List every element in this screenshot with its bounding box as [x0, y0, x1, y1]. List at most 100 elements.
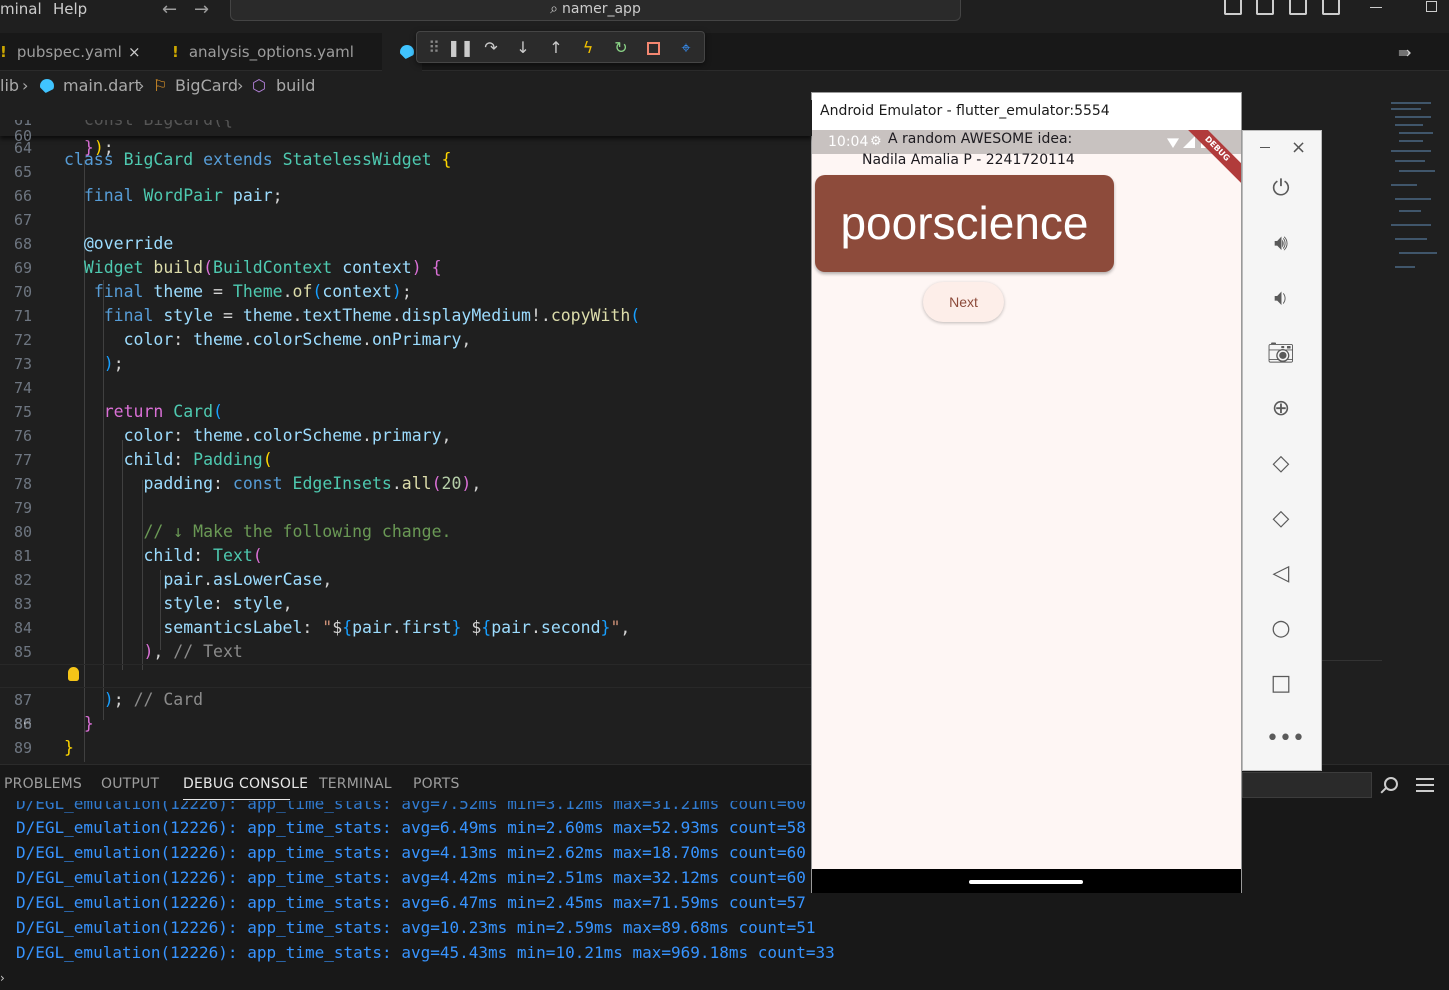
minimize-icon[interactable] — [1260, 147, 1270, 148]
rotate-right-icon[interactable]: ◇ — [1266, 504, 1296, 534]
log-line: D/EGL_emulation(12226): app_time_stats: … — [16, 943, 835, 962]
code-line: ); // Card — [103, 690, 204, 709]
rotate-left-icon[interactable]: ◇ — [1266, 449, 1296, 479]
line-number: 67 — [13, 211, 32, 229]
menu-terminal[interactable]: minal — [0, 0, 42, 18]
console-prompt[interactable]: › — [0, 971, 5, 985]
hot-reload-icon[interactable]: ϟ — [577, 37, 599, 59]
tab-label: pubspec.yaml — [16, 43, 122, 61]
stop-icon[interactable] — [642, 37, 664, 59]
step-out-icon[interactable]: ↑ — [545, 37, 567, 59]
more-icon[interactable]: ••• — [1266, 724, 1305, 754]
emulator-window[interactable]: Android Emulator - flutter_emulator:5554… — [811, 92, 1242, 893]
minimap-line — [1395, 124, 1423, 126]
current-line-highlight — [0, 664, 812, 688]
camera-icon[interactable]: 📷︎ — [1266, 339, 1296, 369]
tab-problems[interactable]: PROBLEMS — [4, 776, 82, 792]
tab-debug-console[interactable]: DEBUG CONSOLE — [183, 776, 308, 792]
code-line: const BigCard({ — [64, 120, 233, 130]
line-number: 70 — [13, 283, 32, 301]
minimap-line — [1395, 160, 1425, 162]
minimap-line — [1399, 252, 1437, 254]
code-line: semanticsLabel: "${pair.first} ${pair.se… — [163, 618, 631, 637]
tab-terminal[interactable]: TERMINAL — [319, 776, 392, 792]
lightbulb-icon[interactable] — [68, 667, 79, 681]
breadcrumb-file[interactable]: main.dart — [63, 76, 141, 95]
search-icon[interactable] — [1384, 777, 1398, 791]
menu-help[interactable]: Help — [53, 0, 87, 18]
line-number: 61 — [13, 120, 32, 129]
close-icon[interactable]: × — [1291, 137, 1306, 158]
pause-icon[interactable]: ❚❚ — [447, 37, 474, 59]
code-line: final WordPair pair; — [83, 186, 283, 205]
code-line: ); — [103, 354, 124, 373]
line-number: 74 — [13, 379, 32, 397]
window-minimize-icon[interactable] — [1370, 7, 1382, 8]
window-maximize-icon[interactable] — [1426, 1, 1437, 12]
volume-down-icon[interactable]: 🔉︎ — [1266, 284, 1296, 314]
active-tab-indicator — [183, 799, 290, 800]
wifi-icon — [1167, 138, 1179, 148]
sticky-scroll-header[interactable]: 60 class BigCard extends StatelessWidget… — [0, 100, 812, 169]
emulator-title: Android Emulator - flutter_emulator:5554 — [812, 93, 1241, 130]
next-button[interactable]: Next — [923, 282, 1004, 322]
log-line: D/EGL_emulation(12226): app_time_stats: … — [16, 893, 806, 912]
line-number: 82 — [13, 571, 32, 589]
toggle-panel-icon[interactable] — [1256, 0, 1274, 15]
code-line: // ↓ Make the following change. — [143, 522, 452, 541]
word-wrap-icon[interactable] — [1416, 778, 1434, 792]
run-debug-icon[interactable]: ⇛ — [1398, 43, 1411, 62]
filter-input[interactable] — [1242, 772, 1372, 798]
breadcrumb-lib[interactable]: lib — [0, 76, 19, 95]
minimap-line — [1399, 140, 1423, 142]
code-line: } — [83, 714, 94, 733]
line-number: 88 — [13, 715, 32, 733]
tab-output[interactable]: OUTPUT — [101, 776, 159, 792]
app-title: A random AWESOME idea: — [888, 131, 1073, 147]
toggle-secondary-sidebar-icon[interactable] — [1289, 0, 1307, 15]
app-subtitle: Nadila Amalia P - 2241720114 — [862, 152, 1075, 168]
toggle-sidebar-icon[interactable] — [1224, 0, 1242, 15]
code-line: final theme = Theme.of(context); — [93, 282, 412, 301]
minimap-line — [1391, 108, 1421, 110]
step-over-icon[interactable]: ↷ — [480, 37, 502, 59]
minimap-line — [1399, 170, 1435, 172]
zoom-icon[interactable]: ⊕ — [1266, 394, 1296, 424]
minimap-line — [1395, 198, 1431, 200]
tab-ports[interactable]: PORTS — [413, 776, 460, 792]
word-card: poorscience — [815, 175, 1114, 272]
status-time: 10:04 — [828, 134, 869, 150]
inspect-widget-icon[interactable]: ⌖ — [675, 37, 697, 59]
tab-pubspec[interactable]: ! pubspec.yaml × — [0, 33, 150, 71]
tab-analysis-options[interactable]: ! analysis_options.yaml — [172, 33, 354, 71]
minimap-line — [1391, 184, 1417, 186]
device-screen[interactable]: 10:04 ⚙ DEBUG A random AWESOME idea: Nad… — [812, 130, 1241, 869]
log-line: D/EGL_emulation(12226): app_time_stats: … — [16, 801, 806, 813]
search-icon: ⌕ — [550, 1, 559, 17]
forward-arrow-icon[interactable]: → — [194, 0, 209, 20]
close-tab-icon[interactable]: × — [128, 33, 141, 71]
breadcrumb-class[interactable]: BigCard — [175, 76, 238, 95]
line-number: 72 — [13, 331, 32, 349]
code-editor[interactable]: 60 class BigCard extends StatelessWidget… — [0, 100, 812, 762]
power-icon[interactable]: ⏻ — [1266, 174, 1296, 204]
customize-layout-icon[interactable] — [1322, 0, 1340, 15]
line-number: 83 — [13, 595, 32, 613]
volume-up-icon[interactable]: 🔊︎ — [1266, 229, 1296, 259]
line-number: 85 — [13, 643, 32, 661]
minimap[interactable] — [1385, 98, 1441, 278]
drag-handle-icon[interactable]: ⠿ — [423, 37, 445, 59]
gesture-nav-bar — [812, 869, 1241, 893]
step-into-icon[interactable]: ↓ — [512, 37, 534, 59]
code-line: class BigCard extends StatelessWidget { — [64, 150, 452, 169]
restart-icon[interactable]: ↻ — [610, 37, 632, 59]
overview-icon[interactable]: □ — [1266, 669, 1296, 699]
minimap-line — [1391, 224, 1431, 226]
back-icon[interactable]: ◁ — [1266, 559, 1296, 589]
home-icon[interactable]: ○ — [1266, 614, 1296, 644]
back-arrow-icon[interactable]: ← — [162, 0, 177, 20]
home-gesture-handle[interactable] — [969, 880, 1083, 884]
breadcrumb-method[interactable]: build — [276, 76, 315, 95]
minimap-line — [1395, 266, 1415, 268]
command-center[interactable]: ⌕ namer_app — [230, 0, 961, 21]
